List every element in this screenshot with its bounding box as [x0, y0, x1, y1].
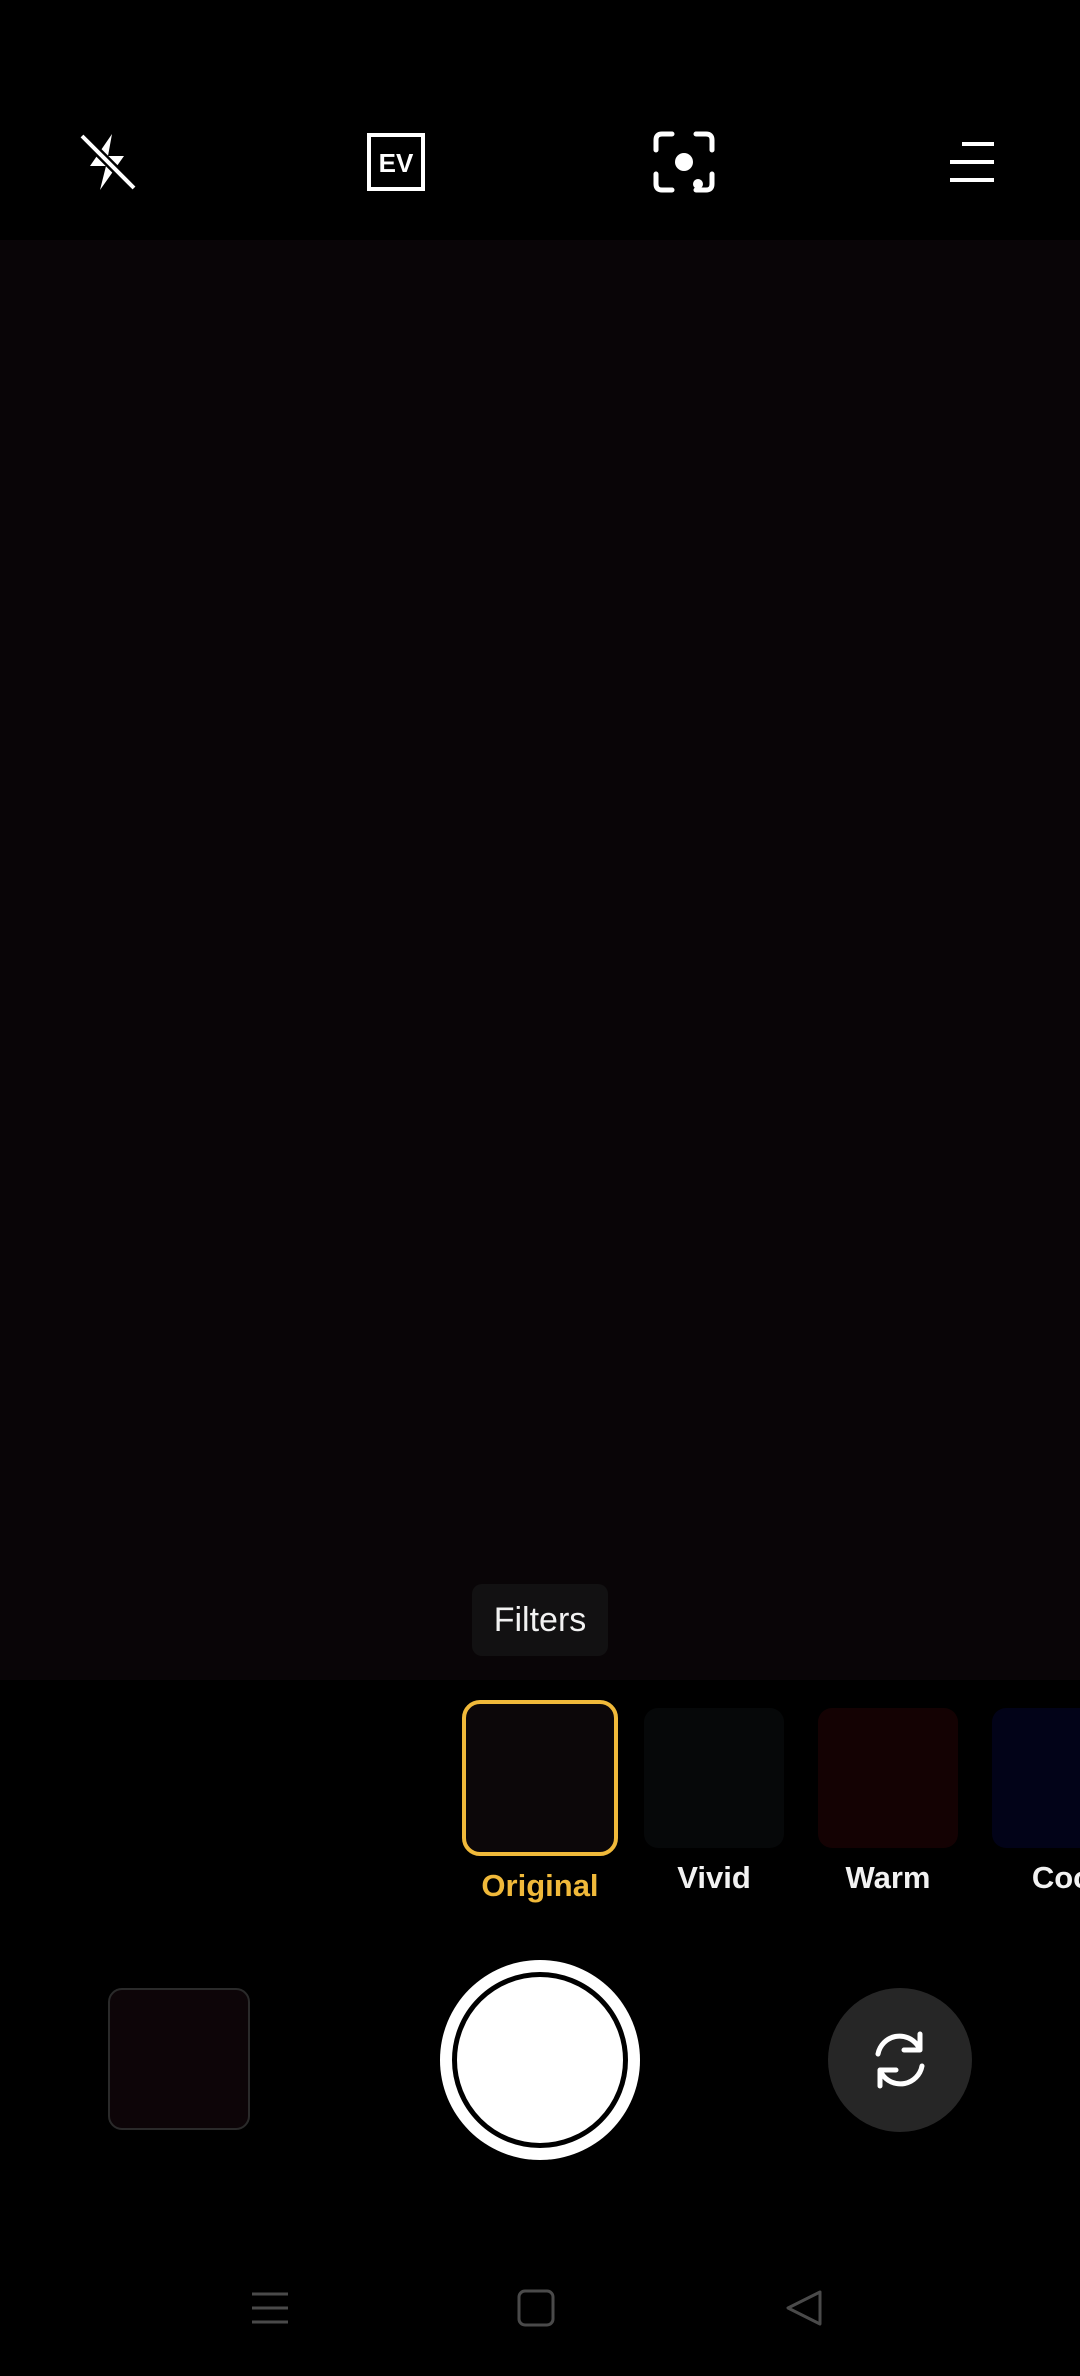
- filter-label: Vivid: [677, 1860, 751, 1895]
- back-icon[interactable]: [764, 2268, 844, 2348]
- switch-camera-button[interactable]: [828, 1988, 972, 2132]
- switch-camera-icon: [875, 2031, 925, 2089]
- camera-top-toolbar: EV: [0, 0, 1080, 240]
- filter-label: Coo: [1031, 1860, 1080, 1895]
- focus-target-icon[interactable]: [646, 124, 722, 200]
- recent-apps-icon[interactable]: [230, 2268, 310, 2348]
- filters-tooltip: Filters: [472, 1584, 608, 1656]
- filter-warm[interactable]: Warm: [808, 1708, 968, 1896]
- filter-strip[interactable]: Original Vivid Warm Coo: [0, 1680, 1080, 1910]
- camera-viewfinder[interactable]: [0, 240, 1080, 1680]
- filter-thumbnail[interactable]: [992, 1708, 1080, 1848]
- shutter-button[interactable]: [440, 1960, 640, 2160]
- filter-original[interactable]: Original: [460, 1700, 620, 1904]
- flash-off-icon[interactable]: [70, 124, 146, 200]
- menu-icon[interactable]: [934, 124, 1010, 200]
- filter-thumbnail[interactable]: [644, 1708, 784, 1848]
- gallery-thumbnail[interactable]: [108, 1988, 250, 2130]
- filter-label: Warm: [845, 1860, 931, 1895]
- filter-thumbnail[interactable]: [818, 1708, 958, 1848]
- system-navigation-bar: [0, 2240, 1080, 2376]
- exposure-ev-icon[interactable]: EV: [358, 124, 434, 200]
- filter-vivid[interactable]: Vivid: [634, 1708, 794, 1896]
- filter-cool[interactable]: Coo: [982, 1708, 1080, 1896]
- home-icon[interactable]: [496, 2268, 576, 2348]
- filter-label: Original: [481, 1868, 599, 1903]
- filter-thumbnail[interactable]: [462, 1700, 618, 1856]
- ev-label: EV: [379, 148, 414, 178]
